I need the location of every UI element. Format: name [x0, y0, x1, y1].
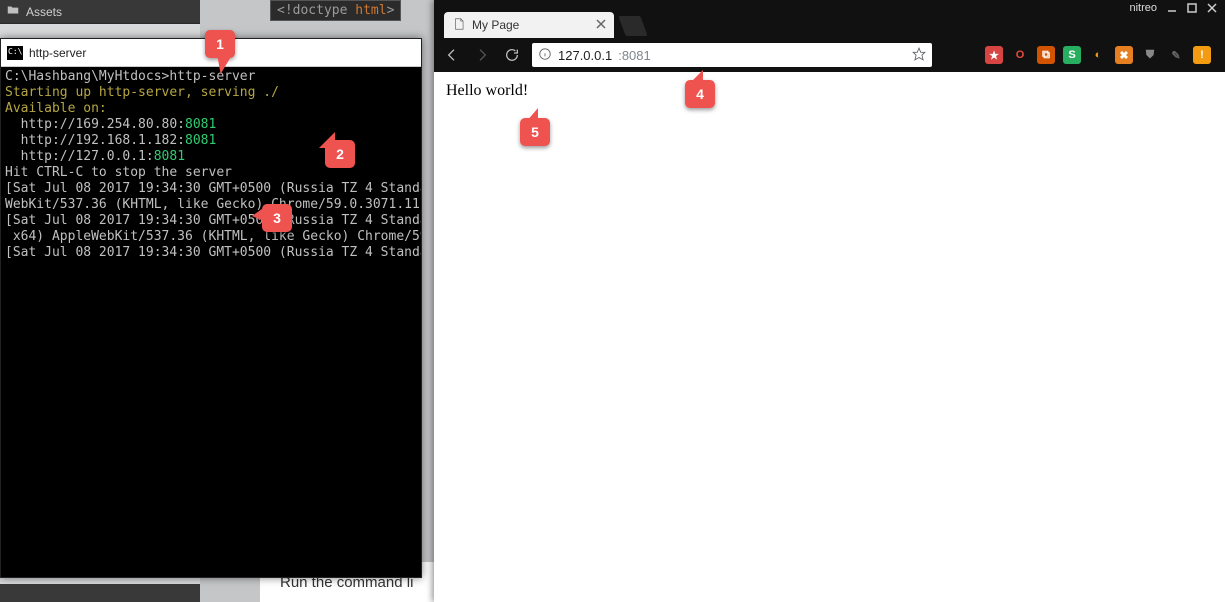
callout-label: 3	[273, 210, 281, 226]
extension-icon-6[interactable]: ⛊	[1141, 46, 1159, 64]
cmd-icon	[7, 46, 23, 60]
window-controls	[1163, 1, 1221, 15]
minimize-button[interactable]	[1163, 1, 1181, 15]
new-tab-button[interactable]	[618, 16, 647, 36]
reload-button[interactable]	[502, 45, 522, 65]
page-text: Hello world!	[446, 82, 528, 99]
console-log-0: [Sat Jul 08 2017 19:34:30 GMT+0500 (Russ…	[5, 181, 421, 196]
callout-label: 5	[531, 124, 539, 140]
console-url-2: http://127.0.0.1:8081	[5, 149, 185, 164]
url-port: :8081	[618, 48, 651, 63]
extension-icon-0[interactable]: ★	[985, 46, 1003, 64]
url-port: 8081	[154, 149, 185, 164]
background-panel-title: Assets	[26, 5, 62, 19]
tab-my-page[interactable]: My Page	[444, 12, 614, 38]
extension-icon-5[interactable]: ✖	[1115, 46, 1133, 64]
console-starting-line: Starting up http-server, serving ./	[5, 85, 279, 100]
site-info-icon[interactable]	[538, 47, 552, 64]
callout-1: 1	[205, 30, 235, 58]
console-url-1: http://192.168.1.182:8081	[5, 133, 216, 148]
maximize-button[interactable]	[1183, 1, 1201, 15]
console-available-line: Available on:	[5, 101, 107, 116]
tab-title: My Page	[472, 18, 519, 32]
callout-2: 2	[325, 140, 355, 168]
extension-icon-1[interactable]: O	[1011, 46, 1029, 64]
bookmark-star-icon[interactable]	[912, 47, 926, 64]
browser-titlebar[interactable]	[434, 0, 1225, 8]
url-port: 8081	[185, 133, 216, 148]
console-hint-line: Hit CTRL-C to stop the server	[5, 165, 232, 180]
url-host: 127.0.0.1	[558, 48, 612, 63]
callout-4: 4	[685, 80, 715, 108]
tab-strip: My Page	[434, 8, 1225, 38]
console-log-1: WebKit/537.36 (KHTML, like Gecko) Chrome…	[5, 197, 420, 212]
extension-icon-2[interactable]: ⧉	[1037, 46, 1055, 64]
code-text-end: >	[387, 3, 395, 18]
extension-icon-4[interactable]: ◐	[1089, 46, 1107, 64]
browser-username: nitreo	[1129, 2, 1157, 14]
forward-button[interactable]	[472, 45, 492, 65]
url-base: http://127.0.0.1:	[5, 149, 154, 164]
url-port: 8081	[185, 117, 216, 132]
extension-icon-8[interactable]: !	[1193, 46, 1211, 64]
console-body[interactable]: C:\Hashbang\MyHtdocs>http-server Startin…	[1, 67, 421, 263]
background-panel-header: Assets	[0, 0, 200, 24]
browser-user-strip: nitreo	[1125, 0, 1225, 16]
console-log-2: [Sat Jul 08 2017 19:34:30 GMT+0500 (Russ…	[5, 213, 421, 228]
code-snippet: <!doctype html>	[270, 0, 401, 21]
callout-label: 1	[216, 36, 224, 52]
callout-label: 4	[696, 86, 704, 102]
callout-3: 3	[262, 204, 292, 232]
browser-viewport: Hello world!	[434, 72, 1225, 602]
tab-close-icon[interactable]	[596, 18, 606, 32]
extension-icon-3[interactable]: S	[1063, 46, 1081, 64]
console-window: http-server C:\Hashbang\MyHtdocs>http-se…	[0, 38, 422, 578]
console-log-3: x64) AppleWebKit/537.36 (KHTML, like Gec…	[5, 229, 421, 244]
console-prompt-line: C:\Hashbang\MyHtdocs>http-server	[5, 69, 255, 84]
folder-icon	[6, 3, 20, 20]
url-base: http://169.254.80.80:	[5, 117, 185, 132]
extension-icons: ★ O ⧉ S ◐ ✖ ⛊ ✎!	[985, 46, 1217, 64]
code-text: <!doctype	[277, 3, 355, 18]
address-bar[interactable]: 127.0.0.1 :8081	[532, 43, 932, 67]
browser-toolbar: 127.0.0.1 :8081 ★ O ⧉ S ◐ ✖ ⛊ ✎!	[434, 38, 1225, 72]
extension-icon-7[interactable]: ✎	[1167, 46, 1185, 64]
console-log-4: [Sat Jul 08 2017 19:34:30 GMT+0500 (Russ…	[5, 245, 421, 260]
back-button[interactable]	[442, 45, 462, 65]
page-icon	[452, 17, 466, 34]
code-keyword: html	[355, 3, 386, 18]
browser-window: nitreo My Page	[434, 0, 1225, 602]
console-url-0: http://169.254.80.80:8081	[5, 117, 216, 132]
console-title: http-server	[29, 46, 86, 60]
callout-label: 2	[336, 146, 344, 162]
url-base: http://192.168.1.182:	[5, 133, 185, 148]
close-button[interactable]	[1203, 1, 1221, 15]
callout-5: 5	[520, 118, 550, 146]
